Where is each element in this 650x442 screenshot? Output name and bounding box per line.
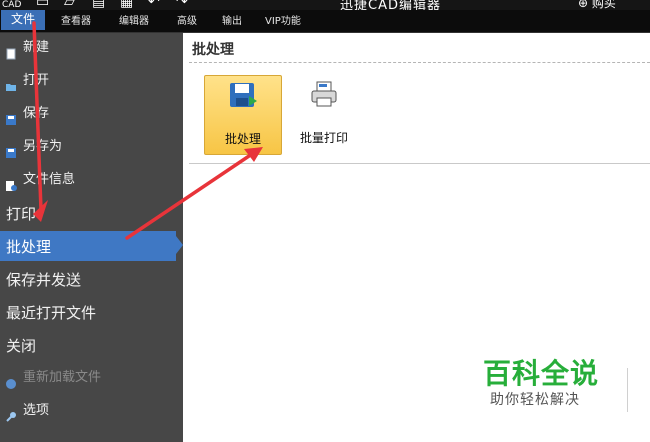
reload-icon xyxy=(5,372,17,389)
tool-label: 批量打印 xyxy=(299,131,348,145)
menu-editor[interactable]: 编辑器 xyxy=(119,13,149,31)
buy-label: 购买 xyxy=(591,0,616,10)
sidebar-item-label: 打开 xyxy=(23,73,50,88)
batch-process-button[interactable]: 批处理 xyxy=(204,75,282,155)
sidebar-item-save-and-send[interactable]: 保存并发送 xyxy=(0,264,183,294)
window-title: 迅捷CAD编辑器 xyxy=(340,0,441,10)
save-as-icon xyxy=(5,141,17,158)
batch-print-icon xyxy=(308,79,340,111)
sidebar-item-label: 新建 xyxy=(23,40,50,55)
menu-file[interactable]: 文件 xyxy=(1,10,46,30)
sidebar-item-recent-files[interactable]: 最近打开文件 xyxy=(0,297,183,327)
sidebar-item-options[interactable]: 选项 xyxy=(0,396,183,426)
sidebar-item-close[interactable]: 关闭 xyxy=(0,330,183,360)
new-file-icon xyxy=(5,42,17,60)
file-menu-sidebar: 新建 打开 保存 另存为 文件信息 打印 批处理 保存并发送 最近打开文件 关闭… xyxy=(0,33,183,442)
sidebar-item-label: 最近打开文件 xyxy=(6,303,97,322)
file-info-icon xyxy=(5,174,17,191)
menu-output[interactable]: 输出 xyxy=(222,13,242,31)
sidebar-item-file-info[interactable]: 文件信息 xyxy=(0,165,183,195)
menu-bar: 文件 查看器 编辑器 高级 输出 VIP功能 xyxy=(0,10,650,33)
open-folder-icon xyxy=(5,75,17,91)
batch-process-icon xyxy=(227,80,259,112)
print-quick-icon[interactable]: ▦ xyxy=(120,0,133,10)
title-divider xyxy=(189,62,650,63)
tool-label: 批处理 xyxy=(224,132,261,146)
save-quick-icon[interactable]: ▤ xyxy=(92,0,105,10)
sidebar-item-new[interactable]: 新建 xyxy=(0,33,183,63)
watermark-divider xyxy=(627,368,628,412)
save-icon xyxy=(5,108,17,125)
sidebar-item-label: 另存为 xyxy=(23,139,63,154)
undo-icon[interactable]: ↶ xyxy=(148,0,160,10)
buy-button[interactable]: ⊕ 购买 xyxy=(578,0,616,10)
sidebar-item-label: 关闭 xyxy=(6,336,37,355)
sidebar-item-save[interactable]: 保存 xyxy=(0,99,183,129)
sidebar-item-label: 文件信息 xyxy=(23,172,76,187)
sidebar-item-label: 选项 xyxy=(23,403,50,418)
redo-icon[interactable]: ↷ xyxy=(176,0,188,10)
menu-advanced[interactable]: 高级 xyxy=(177,13,197,31)
watermark-subtitle: 助你轻松解决 xyxy=(490,392,580,408)
menu-viewer[interactable]: 查看器 xyxy=(61,13,91,31)
sidebar-item-save-as[interactable]: 另存为 xyxy=(0,132,183,162)
selection-pointer xyxy=(176,236,183,254)
tools-divider xyxy=(189,163,650,164)
sidebar-item-print[interactable]: 打印 xyxy=(0,198,183,228)
sidebar-item-label: 保存 xyxy=(23,106,50,121)
new-icon[interactable]: ▭ xyxy=(36,0,49,10)
sidebar-item-open[interactable]: 打开 xyxy=(0,66,183,96)
menu-vip[interactable]: VIP功能 xyxy=(265,13,301,31)
batch-print-button[interactable]: 批量打印 xyxy=(286,75,362,153)
page-title: 批处理 xyxy=(192,42,234,58)
app-badge: CAD xyxy=(2,0,22,10)
wrench-icon xyxy=(5,405,17,422)
sidebar-item-label: 批处理 xyxy=(6,237,52,256)
sidebar-item-batch-process[interactable]: 批处理 xyxy=(0,231,176,261)
title-bar: CAD ▭ ▱ ▤ ▦ ↶ ↷ 迅捷CAD编辑器 ⊕ 购买 xyxy=(0,0,650,10)
sidebar-item-label: 重新加载文件 xyxy=(23,370,102,385)
sidebar-item-reload: 重新加载文件 xyxy=(0,363,183,393)
watermark-title: 百科全说 xyxy=(483,357,600,390)
open-icon[interactable]: ▱ xyxy=(64,0,75,10)
sidebar-item-label: 保存并发送 xyxy=(6,270,82,289)
sidebar-item-label: 打印 xyxy=(6,204,37,223)
